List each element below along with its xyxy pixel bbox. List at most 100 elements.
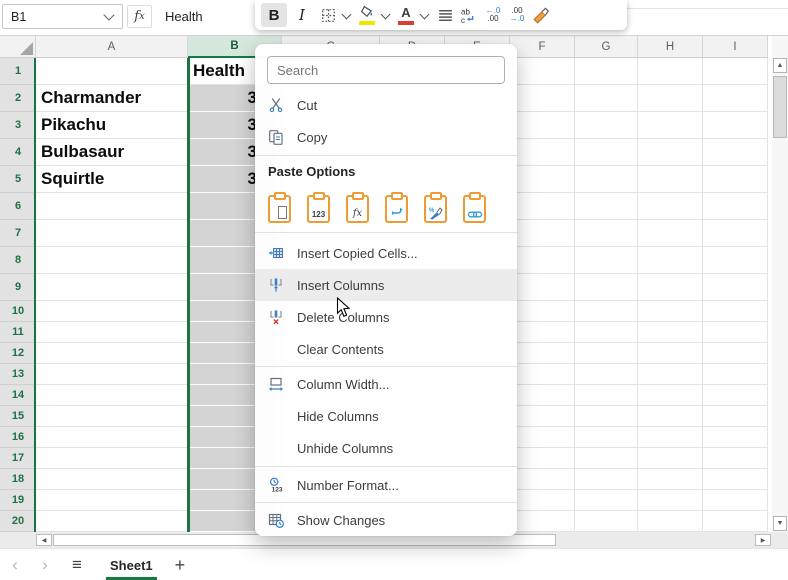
cell-F8[interactable] <box>510 247 575 274</box>
cell-I3[interactable] <box>703 112 768 139</box>
cell-A12[interactable] <box>36 343 188 364</box>
scroll-up-button[interactable]: ▲ <box>773 58 787 73</box>
menu-item-column-width[interactable]: Column Width... <box>255 368 517 400</box>
cell-A1[interactable] <box>36 58 188 85</box>
add-sheet-button[interactable]: + <box>175 555 186 576</box>
cell-A17[interactable] <box>36 448 188 469</box>
cell-H4[interactable] <box>638 139 703 166</box>
cell-H10[interactable] <box>638 301 703 322</box>
cell-I10[interactable] <box>703 301 768 322</box>
cell-H18[interactable] <box>638 469 703 490</box>
cell-F15[interactable] <box>510 406 575 427</box>
cell-G2[interactable] <box>575 85 638 112</box>
cell-A4[interactable]: Bulbasaur <box>36 139 188 166</box>
paste-values-icon[interactable]: 123 <box>307 195 330 223</box>
vertical-scroll-thumb[interactable] <box>773 76 787 138</box>
all-sheets-menu-button[interactable]: ≡ <box>60 555 94 575</box>
row-header-20[interactable]: 20 <box>0 511 36 532</box>
cell-I8[interactable] <box>703 247 768 274</box>
formula-input[interactable]: Health <box>165 0 203 33</box>
cell-F3[interactable] <box>510 112 575 139</box>
cell-H16[interactable] <box>638 427 703 448</box>
menu-search-input[interactable] <box>267 56 505 84</box>
cell-F5[interactable] <box>510 166 575 193</box>
format-painter-icon[interactable] <box>530 3 552 27</box>
vertical-scrollbar[interactable]: ▲ ▼ <box>772 36 788 532</box>
wrap-text-icon[interactable]: ab c <box>458 3 480 27</box>
row-header-8[interactable]: 8 <box>0 247 36 274</box>
row-header-9[interactable]: 9 <box>0 274 36 301</box>
cell-F4[interactable] <box>510 139 575 166</box>
menu-item-cut[interactable]: Cut <box>255 89 517 121</box>
menu-item-delete-columns[interactable]: Delete Columns <box>255 301 517 333</box>
cell-I18[interactable] <box>703 469 768 490</box>
paste-icon[interactable] <box>268 195 291 223</box>
next-sheet-button[interactable]: › <box>30 555 60 575</box>
cell-I19[interactable] <box>703 490 768 511</box>
cell-G4[interactable] <box>575 139 638 166</box>
cell-H12[interactable] <box>638 343 703 364</box>
column-header-H[interactable]: H <box>638 36 703 58</box>
cell-A11[interactable] <box>36 322 188 343</box>
cell-I4[interactable] <box>703 139 768 166</box>
cell-F9[interactable] <box>510 274 575 301</box>
cell-A10[interactable] <box>36 301 188 322</box>
cell-A15[interactable] <box>36 406 188 427</box>
row-header-4[interactable]: 4 <box>0 139 36 166</box>
column-header-A[interactable]: A <box>36 36 188 58</box>
cell-I17[interactable] <box>703 448 768 469</box>
cell-A16[interactable] <box>36 427 188 448</box>
cell-A7[interactable] <box>36 220 188 247</box>
menu-item-unhide-columns[interactable]: Unhide Columns <box>255 432 517 464</box>
cell-F20[interactable] <box>510 511 575 532</box>
cell-F19[interactable] <box>510 490 575 511</box>
cell-I9[interactable] <box>703 274 768 301</box>
cell-F16[interactable] <box>510 427 575 448</box>
scroll-right-button[interactable]: ▶ <box>755 534 771 546</box>
cell-H19[interactable] <box>638 490 703 511</box>
cell-A2[interactable]: Charmander <box>36 85 188 112</box>
row-header-12[interactable]: 12 <box>0 343 36 364</box>
cell-F1[interactable] <box>510 58 575 85</box>
menu-item-hide-columns[interactable]: Hide Columns <box>255 400 517 432</box>
row-header-11[interactable]: 11 <box>0 322 36 343</box>
row-header-10[interactable]: 10 <box>0 301 36 322</box>
chevron-down-icon[interactable] <box>103 9 114 20</box>
cell-G7[interactable] <box>575 220 638 247</box>
name-box[interactable]: B1 <box>2 4 123 29</box>
cell-G13[interactable] <box>575 364 638 385</box>
cell-A20[interactable] <box>36 511 188 532</box>
cell-A13[interactable] <box>36 364 188 385</box>
cell-A19[interactable] <box>36 490 188 511</box>
cell-I11[interactable] <box>703 322 768 343</box>
cell-A18[interactable] <box>36 469 188 490</box>
row-header-5[interactable]: 5 <box>0 166 36 193</box>
row-header-18[interactable]: 18 <box>0 469 36 490</box>
previous-sheet-button[interactable]: ‹ <box>0 555 30 575</box>
cell-A6[interactable] <box>36 193 188 220</box>
cell-G16[interactable] <box>575 427 638 448</box>
cell-H14[interactable] <box>638 385 703 406</box>
cell-G12[interactable] <box>575 343 638 364</box>
row-header-19[interactable]: 19 <box>0 490 36 511</box>
borders-icon[interactable] <box>317 3 339 27</box>
cell-I12[interactable] <box>703 343 768 364</box>
cell-H3[interactable] <box>638 112 703 139</box>
cell-H15[interactable] <box>638 406 703 427</box>
column-header-F[interactable]: F <box>510 36 575 58</box>
fill-color-dropdown[interactable] <box>381 9 391 19</box>
row-header-13[interactable]: 13 <box>0 364 36 385</box>
alignment-icon[interactable] <box>434 3 456 27</box>
cell-F2[interactable] <box>510 85 575 112</box>
cell-H8[interactable] <box>638 247 703 274</box>
row-header-2[interactable]: 2 <box>0 85 36 112</box>
cell-H17[interactable] <box>638 448 703 469</box>
cell-H13[interactable] <box>638 364 703 385</box>
menu-item-copy[interactable]: Copy <box>255 121 517 153</box>
cell-I15[interactable] <box>703 406 768 427</box>
paste-transpose-icon[interactable] <box>385 195 408 223</box>
cell-F17[interactable] <box>510 448 575 469</box>
cell-G19[interactable] <box>575 490 638 511</box>
cell-A14[interactable] <box>36 385 188 406</box>
cell-G9[interactable] <box>575 274 638 301</box>
